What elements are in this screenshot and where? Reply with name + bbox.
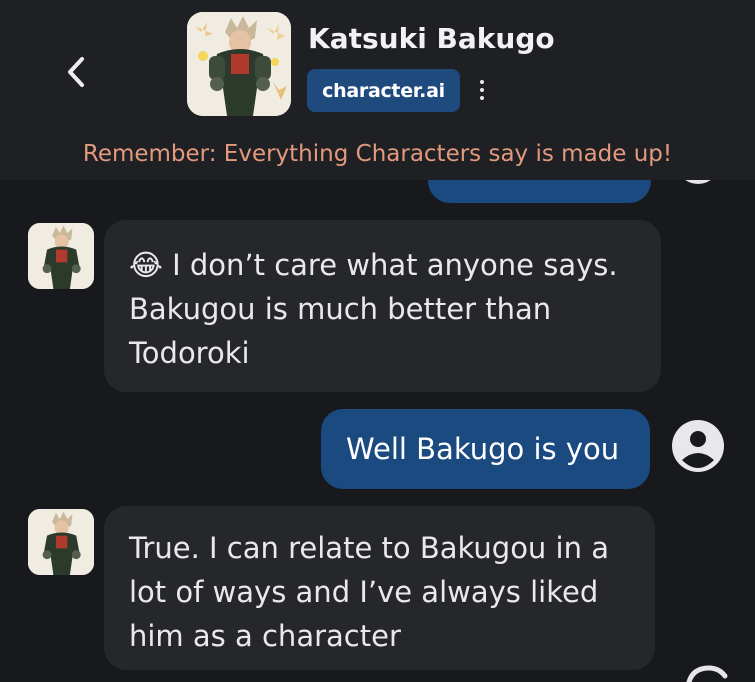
more-options-button[interactable] — [472, 76, 492, 104]
chevron-left-icon — [68, 57, 84, 87]
user-avatar-icon[interactable] — [670, 418, 726, 474]
user-message-bubble: Well Bakugo is you — [321, 409, 650, 489]
more-vertical-icon-dot — [480, 96, 484, 100]
chat-header: Katsuki Bakugo character.ai — [0, 0, 755, 128]
character-message-avatar[interactable] — [28, 223, 94, 289]
character-message-bubble: 😂 I don’t care what anyone says. Bakugou… — [104, 220, 661, 392]
character-message-bubble: True. I can relate to Bakugou in a lot o… — [104, 506, 655, 670]
character-portrait-image — [187, 12, 291, 116]
message-text: I don’t care what anyone says. Bakugou i… — [129, 248, 618, 370]
regenerate-icon[interactable] — [683, 662, 731, 682]
message-text: Well Bakugo is you — [346, 432, 620, 466]
message-text: True. I can relate to Bakugou in a lot o… — [129, 531, 609, 653]
more-vertical-icon-dot — [480, 88, 484, 92]
character-avatar[interactable] — [187, 12, 291, 116]
character-portrait-image — [28, 509, 94, 575]
character-name: Katsuki Bakugo — [308, 22, 555, 55]
back-button[interactable] — [56, 52, 96, 92]
more-vertical-icon — [480, 80, 484, 84]
disclaimer-banner-text: Remember: Everything Characters say is m… — [0, 128, 755, 180]
character-portrait-image — [28, 223, 94, 289]
character-message-avatar[interactable] — [28, 509, 94, 575]
laughing-emoji-icon: 😂 — [129, 248, 163, 282]
brand-badge[interactable]: character.ai — [307, 69, 460, 112]
